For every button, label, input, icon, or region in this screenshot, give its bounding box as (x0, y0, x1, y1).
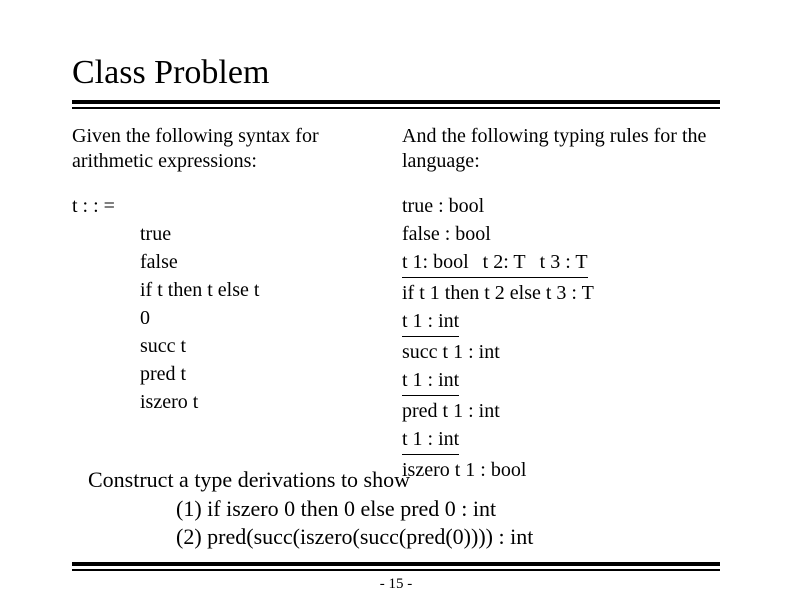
syntax-line: true (72, 220, 259, 248)
rule-axiom: false : bool (402, 220, 594, 248)
syntax-block: t : : = true false if t then t else t 0 … (72, 192, 259, 416)
inference-bar (402, 336, 459, 337)
syntax-line: false (72, 248, 259, 276)
page-number: - 15 - (0, 576, 792, 593)
premise: t 1: bool (402, 251, 469, 273)
construct-item: (1) if iszero 0 then 0 else pred 0 : int (88, 495, 533, 524)
syntax-line: 0 (72, 304, 259, 332)
premise: t 1 : int (402, 369, 459, 391)
rule-axiom: true : bool (402, 192, 594, 220)
typing-rules-block: true : bool false : bool t 1: bool t 2: T… (402, 192, 594, 484)
rule-succ-conclusion: succ t 1 : int (402, 338, 594, 366)
construct-block: Construct a type derivations to show (1)… (88, 466, 533, 552)
rule-if-premises: t 1: bool t 2: T t 3 : T (402, 248, 594, 279)
syntax-head: t : : = (72, 192, 259, 220)
construct-head: Construct a type derivations to show (88, 466, 533, 495)
premise: t 3 : T (540, 251, 588, 273)
construct-item: (2) pred(succ(iszero(succ(pred(0)))) : i… (88, 523, 533, 552)
rule-iszero-premise: t 1 : int (402, 425, 594, 456)
premise: t 2: T (483, 251, 526, 273)
intro-left-text: Given the following syntax for arithmeti… (72, 124, 382, 174)
title-underline (72, 100, 720, 109)
slide-title: Class Problem (72, 54, 269, 92)
rule-pred-premise: t 1 : int (402, 366, 594, 397)
premise: t 1 : int (402, 310, 459, 332)
intro-right-text: And the following typing rules for the l… (402, 124, 732, 174)
rule-if-conclusion: if t 1 then t 2 else t 3 : T (402, 279, 594, 307)
premise: t 1 : int (402, 428, 459, 450)
syntax-line: succ t (72, 332, 259, 360)
rule-succ-premise: t 1 : int (402, 307, 594, 338)
rule-pred-conclusion: pred t 1 : int (402, 397, 594, 425)
syntax-line: if t then t else t (72, 276, 259, 304)
inference-bar (402, 454, 459, 455)
bottom-underline (72, 562, 720, 571)
syntax-line: pred t (72, 360, 259, 388)
syntax-line: iszero t (72, 388, 259, 416)
inference-bar (402, 277, 588, 278)
inference-bar (402, 395, 459, 396)
